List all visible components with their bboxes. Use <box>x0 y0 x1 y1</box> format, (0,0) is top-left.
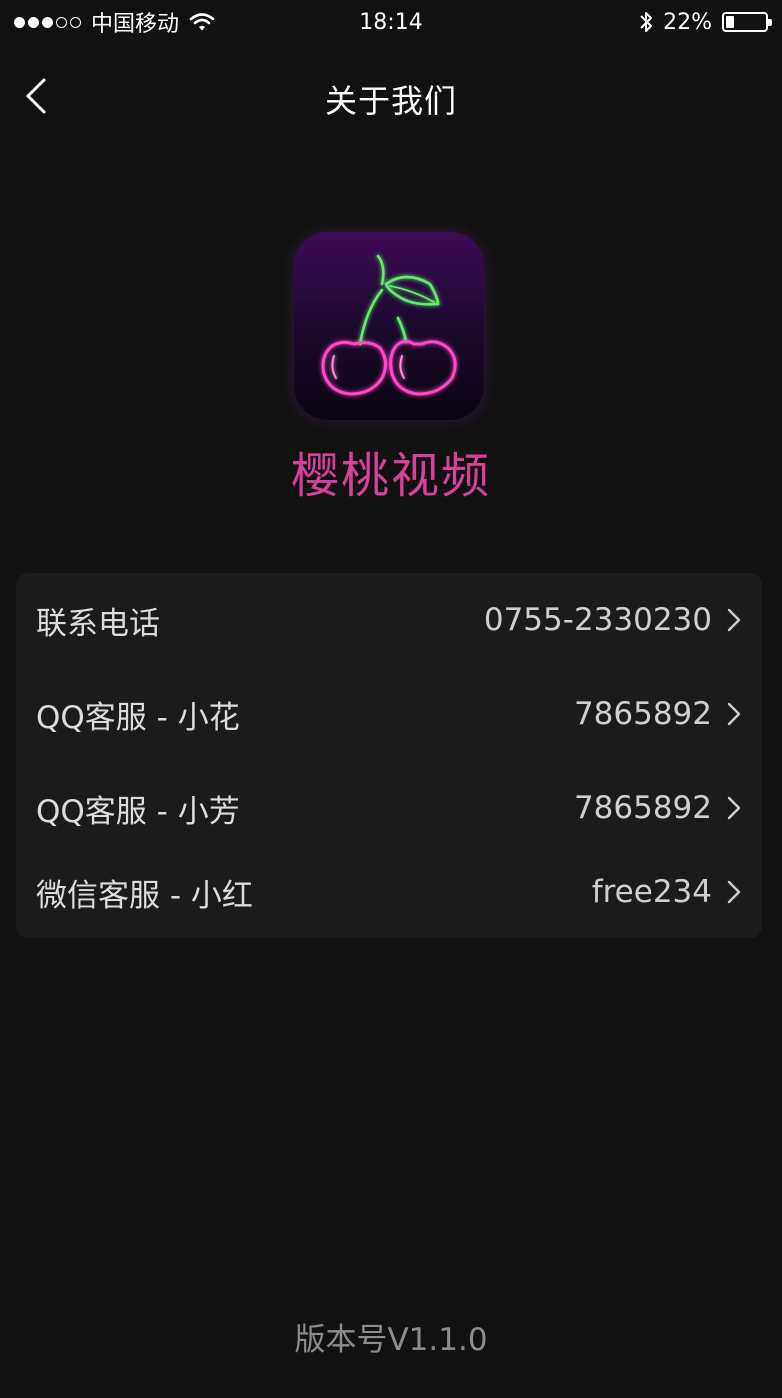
contact-row-wechat-xiaohong[interactable]: 微信客服 - 小红 free234 <box>16 857 762 927</box>
status-left: 中国移动 <box>14 6 215 38</box>
contact-row-qq-xiaofang[interactable]: QQ客服 - 小芳 7865892 <box>16 773 762 843</box>
chevron-right-icon <box>727 880 741 904</box>
chevron-right-icon <box>727 608 741 632</box>
contact-label: QQ客服 - 小芳 <box>36 793 240 830</box>
battery-fill <box>726 16 734 28</box>
status-bar: 中国移动 18:14 22% <box>0 0 782 44</box>
contact-value: free234 <box>591 874 712 910</box>
bluetooth-icon <box>640 12 653 32</box>
version-label: 版本号V1.1.0 <box>294 1322 488 1358</box>
app-logo <box>294 232 484 420</box>
contact-value: 0755-2330230 <box>483 602 712 638</box>
chevron-right-icon <box>727 702 741 726</box>
contact-row-phone[interactable]: 联系电话 0755-2330230 <box>16 585 762 655</box>
app-name: 樱桃视频 <box>290 448 491 504</box>
about-us-screen: 中国移动 18:14 22% 关于我们 樱桃视频 联系电话 0755-23302… <box>0 0 782 1398</box>
signal-strength-icon <box>14 16 81 28</box>
contact-label: QQ客服 - 小花 <box>36 699 240 736</box>
page-title: 关于我们 <box>324 82 457 120</box>
navigation-bar: 关于我们 <box>0 44 782 150</box>
chevron-right-icon <box>727 796 741 820</box>
battery-percent: 22% <box>663 9 712 35</box>
contact-value: 7865892 <box>573 696 712 732</box>
wifi-icon <box>189 13 215 31</box>
contact-list: 联系电话 0755-2330230 QQ客服 - 小花 7865892 QQ客服… <box>16 573 762 938</box>
contact-label: 联系电话 <box>36 605 160 642</box>
carrier-name: 中国移动 <box>91 12 180 37</box>
battery-icon <box>722 12 772 32</box>
contact-value: 7865892 <box>573 790 712 826</box>
status-right: 22% <box>639 0 772 44</box>
contact-row-qq-xiaohua[interactable]: QQ客服 - 小花 7865892 <box>16 679 762 749</box>
contact-label: 微信客服 - 小红 <box>36 877 253 914</box>
cherry-neon-icon <box>321 254 457 396</box>
